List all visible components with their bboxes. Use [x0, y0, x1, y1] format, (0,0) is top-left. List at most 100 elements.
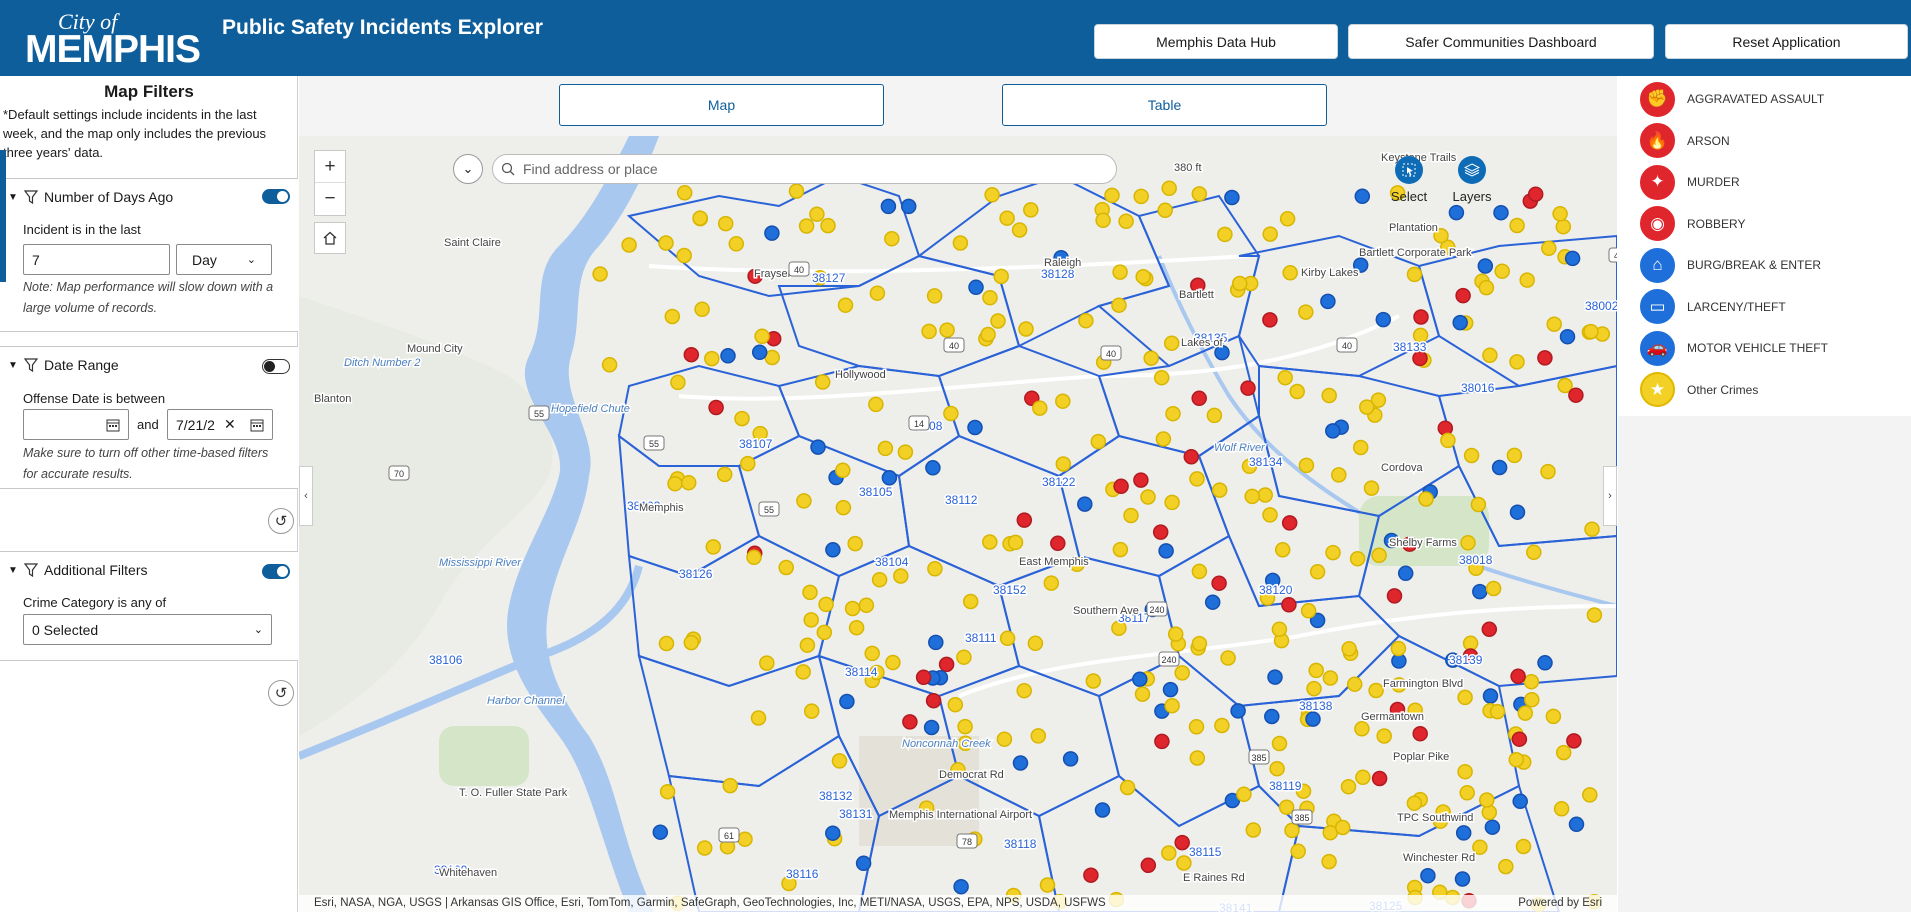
calendar-icon[interactable] — [250, 418, 264, 432]
incident-marker[interactable] — [1448, 204, 1465, 221]
incident-marker[interactable] — [1132, 671, 1148, 688]
incident-marker[interactable] — [1454, 871, 1471, 887]
incident-marker[interactable] — [1478, 279, 1495, 296]
incident-marker[interactable] — [1157, 202, 1173, 219]
incident-marker[interactable] — [1245, 822, 1262, 838]
incident-marker[interactable] — [1509, 354, 1525, 370]
incident-marker[interactable] — [1189, 471, 1205, 487]
incident-marker[interactable] — [1271, 735, 1288, 752]
incident-marker[interactable] — [658, 635, 675, 652]
incident-marker[interactable] — [1112, 264, 1128, 280]
incident-marker[interactable] — [1211, 482, 1228, 498]
incident-marker[interactable] — [1420, 867, 1436, 884]
incident-marker[interactable] — [943, 405, 959, 422]
incident-marker[interactable] — [1472, 583, 1488, 600]
collapse-right-button[interactable]: › — [1603, 466, 1617, 526]
incident-marker[interactable] — [1023, 202, 1039, 218]
incident-marker[interactable] — [1189, 750, 1206, 766]
incident-marker[interactable] — [897, 444, 914, 460]
incident-marker[interactable] — [754, 328, 770, 345]
tab-table[interactable]: Table — [1002, 84, 1327, 126]
incident-marker[interactable] — [1325, 423, 1341, 439]
incident-marker[interactable] — [1462, 635, 1479, 652]
incident-marker[interactable] — [664, 308, 681, 325]
incident-marker[interactable] — [1018, 321, 1034, 337]
reset-application-button[interactable]: Reset Application — [1665, 24, 1908, 59]
incident-marker[interactable] — [1352, 439, 1369, 456]
incident-marker[interactable] — [847, 535, 863, 552]
incident-marker[interactable] — [1191, 563, 1208, 580]
layers-tool[interactable]: Layers — [1442, 156, 1502, 204]
incident-marker[interactable] — [1062, 751, 1079, 767]
incident-marker[interactable] — [1262, 507, 1278, 523]
incident-marker[interactable] — [1298, 304, 1314, 320]
incident-marker[interactable] — [1112, 541, 1129, 558]
incident-marker[interactable] — [1183, 449, 1200, 465]
incident-marker[interactable] — [667, 475, 683, 492]
incident-marker[interactable] — [1206, 407, 1223, 424]
tab-map[interactable]: Map — [559, 84, 884, 126]
incident-marker[interactable] — [1305, 711, 1321, 727]
incident-marker[interactable] — [921, 323, 937, 340]
incident-marker[interactable] — [1191, 186, 1208, 202]
incident-marker[interactable] — [1104, 187, 1120, 204]
incident-marker[interactable] — [1413, 309, 1429, 325]
incident-marker[interactable] — [1007, 534, 1024, 551]
incident-marker[interactable] — [694, 301, 710, 318]
incident-marker[interactable] — [1368, 682, 1384, 699]
incident-marker[interactable] — [926, 288, 943, 304]
incident-marker[interactable] — [1274, 542, 1291, 558]
incident-marker[interactable] — [1477, 258, 1494, 274]
collapse-left-button[interactable]: ‹ — [299, 466, 313, 526]
incident-marker[interactable] — [1510, 668, 1526, 685]
incident-marker[interactable] — [1244, 488, 1260, 505]
incident-marker[interactable] — [1043, 575, 1060, 591]
incident-marker[interactable] — [893, 568, 909, 584]
incident-marker[interactable] — [1308, 662, 1324, 679]
incident-marker[interactable] — [915, 669, 932, 686]
incident-marker[interactable] — [999, 210, 1015, 226]
incident-marker[interactable] — [1553, 801, 1570, 817]
incident-marker[interactable] — [1220, 650, 1236, 666]
incident-marker[interactable] — [778, 559, 794, 576]
incident-marker[interactable] — [980, 326, 996, 343]
incident-marker[interactable] — [1284, 822, 1300, 839]
incident-marker[interactable] — [1511, 731, 1528, 747]
incident-marker[interactable] — [1523, 673, 1540, 690]
incident-marker[interactable] — [1452, 314, 1468, 331]
incident-marker[interactable] — [1165, 405, 1181, 422]
incident-marker[interactable] — [1161, 845, 1177, 861]
incident-marker[interactable] — [1376, 728, 1392, 744]
incident-marker[interactable] — [1526, 544, 1542, 561]
reset-filter-button[interactable]: ↺ — [268, 508, 294, 534]
incident-marker[interactable] — [1271, 621, 1288, 638]
incident-marker[interactable] — [1479, 792, 1495, 808]
incident-marker[interactable] — [1050, 535, 1066, 552]
zoom-out-button[interactable]: − — [315, 183, 345, 215]
incident-marker[interactable] — [1134, 686, 1151, 702]
incident-marker[interactable] — [1481, 804, 1498, 821]
incident-marker[interactable] — [1133, 188, 1149, 205]
incident-marker[interactable] — [1363, 480, 1380, 496]
incident-marker[interactable] — [1320, 293, 1336, 310]
incident-marker[interactable] — [1564, 250, 1581, 267]
incident-marker[interactable] — [704, 350, 720, 367]
collapse-caret-icon[interactable]: ▼ — [8, 192, 18, 203]
incident-marker[interactable] — [746, 549, 762, 566]
incident-marker[interactable] — [676, 185, 693, 201]
incident-marker[interactable] — [1334, 819, 1351, 836]
incident-marker[interactable] — [1164, 494, 1180, 511]
incident-marker[interactable] — [1397, 565, 1414, 582]
incident-marker[interactable] — [1123, 507, 1139, 524]
incident-marker[interactable] — [1055, 393, 1071, 409]
incident-marker[interactable] — [864, 645, 880, 662]
incident-marker[interactable] — [798, 218, 815, 234]
incident-marker[interactable] — [1354, 188, 1371, 205]
incident-marker[interactable] — [1085, 673, 1102, 689]
incident-marker[interactable] — [658, 235, 674, 251]
incident-marker[interactable] — [1506, 447, 1523, 464]
incident-marker[interactable] — [1537, 655, 1553, 671]
incident-marker[interactable] — [1517, 705, 1534, 721]
incident-marker[interactable] — [1161, 180, 1177, 197]
incident-marker[interactable] — [1214, 717, 1230, 734]
